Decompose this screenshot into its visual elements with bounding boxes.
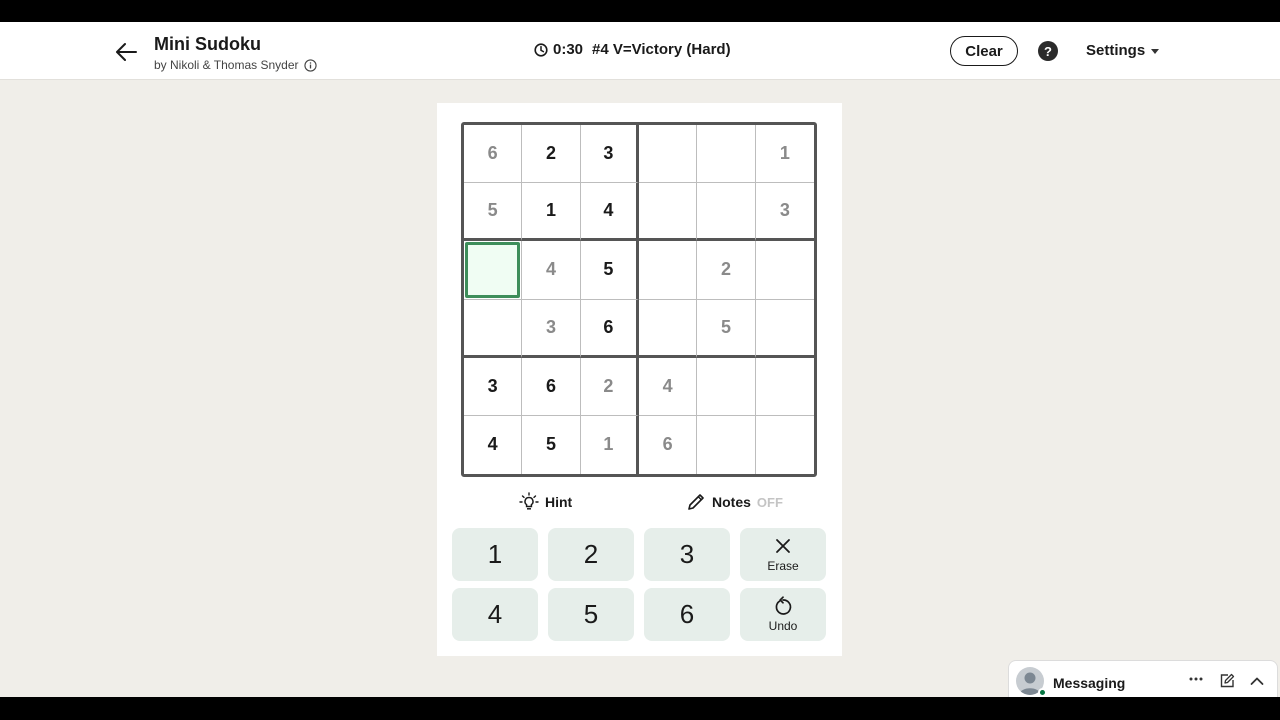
hint-button[interactable]: Hint xyxy=(519,492,572,512)
undo-icon xyxy=(775,596,792,615)
chevron-up-icon[interactable] xyxy=(1249,673,1265,689)
clock-icon xyxy=(534,42,548,57)
erase-button[interactable]: Erase xyxy=(740,528,826,581)
grid-cell-r5c6[interactable] xyxy=(755,358,814,416)
tools-row: Hint Notes OFF xyxy=(437,492,842,516)
keypad: 1 2 3 Erase 4 5 6 Undo xyxy=(452,528,827,641)
hint-label: Hint xyxy=(545,494,573,510)
timer-value: 0:30 xyxy=(553,41,584,58)
timer-group: 0:30 #4 V=Victory (Hard) xyxy=(534,41,731,58)
grid-cell-r1c6[interactable]: 1 xyxy=(755,125,814,184)
back-arrow-icon[interactable] xyxy=(114,39,140,65)
undo-label: Undo xyxy=(768,619,798,633)
grid-cell-r1c3[interactable]: 3 xyxy=(580,125,639,184)
puzzle-name: #4 V=Victory (Hard) xyxy=(592,41,731,58)
key-6[interactable]: 6 xyxy=(644,588,730,641)
grid-cell-r1c5[interactable] xyxy=(697,125,756,184)
online-status-dot xyxy=(1038,688,1047,697)
erase-label: Erase xyxy=(767,559,799,573)
undo-button[interactable]: Undo xyxy=(740,588,826,641)
grid-cell-r5c3[interactable]: 2 xyxy=(580,357,639,416)
grid-cell-r2c5[interactable] xyxy=(697,183,756,242)
app: Mini Sudoku by Nikoli & Thomas Snyder 0:… xyxy=(0,22,1280,697)
settings-button[interactable]: Settings xyxy=(1086,42,1160,59)
messaging-title: Messaging xyxy=(1053,675,1126,691)
grid-cell-r1c2[interactable]: 2 xyxy=(522,125,581,184)
grid-cell-r1c1[interactable]: 6 xyxy=(464,125,523,184)
grid-cell-r3c4[interactable] xyxy=(638,241,698,300)
notes-label: Notes xyxy=(712,494,751,510)
info-icon[interactable] xyxy=(303,58,317,72)
help-icon[interactable]: ? xyxy=(1038,41,1058,61)
grid-cell-r4c5[interactable]: 5 xyxy=(697,299,756,358)
grid-cell-r2c1[interactable]: 5 xyxy=(464,183,523,242)
grid-cell-r4c6[interactable] xyxy=(755,300,814,358)
lightbulb-icon xyxy=(519,492,539,510)
sudoku-grid: 6231514345236536244516 xyxy=(461,122,817,477)
grid-cell-r4c2[interactable]: 3 xyxy=(522,299,581,358)
grid-cell-r3c3[interactable]: 5 xyxy=(580,241,639,300)
grid-cell-r2c6[interactable]: 3 xyxy=(755,183,814,242)
grid-cell-r6c5[interactable] xyxy=(697,415,756,474)
key-3[interactable]: 3 xyxy=(644,528,730,581)
grid-cell-r2c3[interactable]: 4 xyxy=(580,183,639,242)
key-1[interactable]: 1 xyxy=(452,528,538,581)
notes-toggle[interactable]: Notes OFF xyxy=(686,492,783,512)
grid-cell-r6c3[interactable]: 1 xyxy=(581,415,639,474)
key-5[interactable]: 5 xyxy=(548,588,634,641)
key-2[interactable]: 2 xyxy=(548,528,634,581)
grid-cell-r6c2[interactable]: 5 xyxy=(522,415,581,474)
settings-label: Settings xyxy=(1086,42,1146,59)
grid-cell-r6c6[interactable] xyxy=(756,416,814,474)
grid-cell-r2c2[interactable]: 1 xyxy=(522,183,581,242)
grid-cell-r3c5[interactable]: 2 xyxy=(697,241,756,300)
messaging-bar[interactable]: Messaging xyxy=(1008,660,1278,697)
grid-cell-r4c3[interactable]: 6 xyxy=(580,299,639,358)
compose-icon[interactable] xyxy=(1219,673,1235,689)
grid-cell-r3c2[interactable]: 4 xyxy=(522,241,581,300)
header: Mini Sudoku by Nikoli & Thomas Snyder 0:… xyxy=(0,22,1280,80)
grid-cell-r6c1[interactable]: 4 xyxy=(464,415,523,474)
grid-cell-r6c4[interactable]: 6 xyxy=(639,415,698,474)
grid-cell-r3c6[interactable] xyxy=(755,241,814,300)
game-panel: 6231514345236536244516 Hint Notes OFF 1 … xyxy=(437,103,842,656)
key-4[interactable]: 4 xyxy=(452,588,538,641)
grid-cell-r1c4[interactable] xyxy=(638,125,698,184)
grid-cell-r4c4[interactable] xyxy=(638,299,698,358)
caret-down-icon xyxy=(1151,49,1160,54)
byline-text: by Nikoli & Thomas Snyder xyxy=(154,58,299,72)
grid-cell-r3c1[interactable] xyxy=(464,241,523,300)
page-title: Mini Sudoku xyxy=(154,34,261,54)
clear-button[interactable]: Clear xyxy=(950,36,1018,66)
grid-cell-r4c1[interactable] xyxy=(464,299,523,358)
close-icon xyxy=(776,539,790,553)
pencil-icon xyxy=(688,494,704,510)
byline: by Nikoli & Thomas Snyder xyxy=(154,58,317,72)
more-options-icon[interactable] xyxy=(1188,671,1204,687)
notes-state: OFF xyxy=(756,494,783,510)
grid-cell-r5c2[interactable]: 6 xyxy=(522,357,581,416)
grid-cell-r5c5[interactable] xyxy=(697,357,756,416)
grid-cell-r2c4[interactable] xyxy=(638,183,698,242)
grid-cell-r5c1[interactable]: 3 xyxy=(464,357,523,416)
grid-cell-r5c4[interactable]: 4 xyxy=(638,357,698,416)
